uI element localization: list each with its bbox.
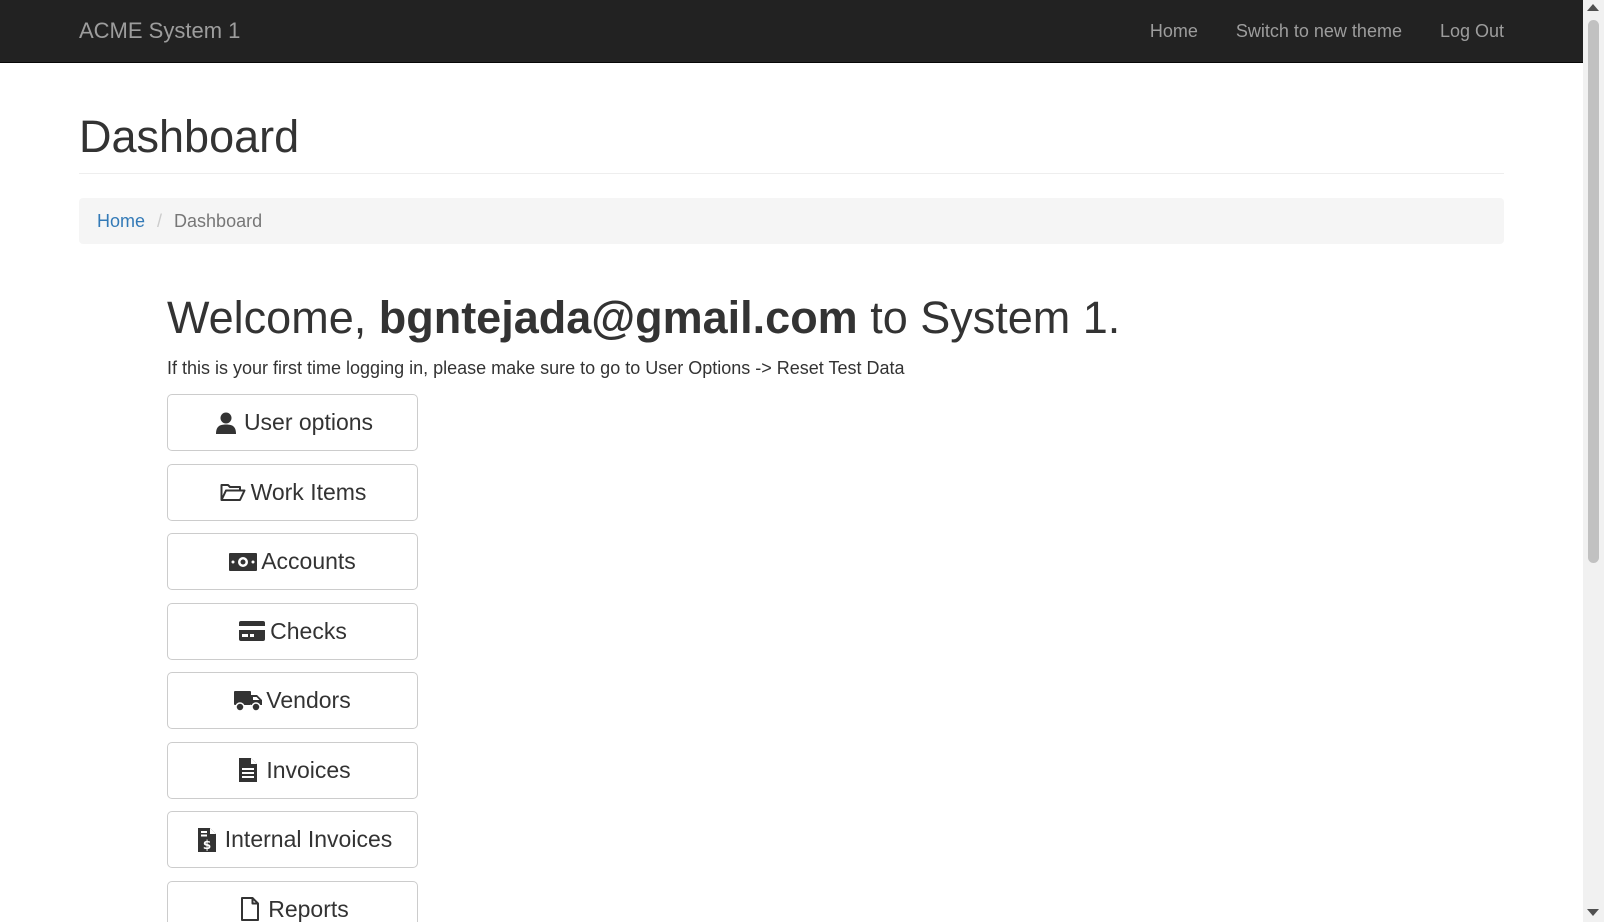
nav-link-switch-theme[interactable]: Switch to new theme <box>1236 19 1402 43</box>
vertical-scrollbar[interactable] <box>1583 0 1604 922</box>
page: ACME System 1 Home Switch to new theme L… <box>0 0 1604 922</box>
file-icon <box>236 896 264 922</box>
user-options-label: User options <box>243 409 374 435</box>
svg-text:$: $ <box>203 838 211 852</box>
invoices-label: Invoices <box>266 756 351 783</box>
breadcrumb-home[interactable]: Home <box>97 211 145 232</box>
truck-icon <box>234 688 263 714</box>
scroll-up-arrow-icon[interactable] <box>1587 4 1599 11</box>
breadcrumb-separator: / <box>157 210 163 231</box>
user-icon <box>212 410 240 436</box>
first-login-info: If this is your first time logging in, p… <box>167 358 905 378</box>
welcome-prefix: Welcome, <box>167 292 379 343</box>
reports-button[interactable]: Reports <box>167 880 418 922</box>
page-title: Dashboard <box>79 111 300 162</box>
folder-open-icon <box>219 479 247 505</box>
checks-button[interactable]: Checks <box>167 602 418 660</box>
checks-label: Checks <box>270 617 347 644</box>
scrollbar-thumb[interactable] <box>1588 20 1599 563</box>
work-items-label: Work Items <box>250 478 367 505</box>
breadcrumb-current: Dashboard <box>174 210 263 231</box>
dashboard-menu: User options Work Items Accounts Checks <box>167 394 418 922</box>
vendors-button[interactable]: Vendors <box>167 672 418 729</box>
user-options-button[interactable]: User options <box>167 394 418 451</box>
welcome-heading: Welcome, bgntejada@gmail.com to System 1… <box>167 290 1120 346</box>
file-dollar-icon: $ <box>193 827 221 853</box>
navbar-brand[interactable]: ACME System 1 <box>79 17 240 45</box>
page-header: Dashboard <box>79 110 1504 174</box>
file-text-icon <box>234 757 262 783</box>
welcome-email: bgntejada@gmail.com <box>378 292 858 343</box>
navbar: ACME System 1 Home Switch to new theme L… <box>0 0 1583 63</box>
breadcrumb: Home / Dashboard <box>79 198 1504 244</box>
credit-card-icon <box>238 618 266 644</box>
internal-invoices-label: Internal Invoices <box>224 826 393 852</box>
work-items-button[interactable]: Work Items <box>167 463 418 521</box>
scroll-down-arrow-icon[interactable] <box>1587 909 1599 916</box>
accounts-button[interactable]: Accounts <box>167 533 418 590</box>
vendors-label: Vendors <box>266 687 351 713</box>
nav-link-home[interactable]: Home <box>1150 19 1198 43</box>
accounts-label: Accounts <box>261 548 356 574</box>
invoices-button[interactable]: Invoices <box>167 741 418 799</box>
welcome-suffix: to System 1. <box>857 292 1121 343</box>
reports-label: Reports <box>268 895 349 922</box>
navbar-links: Home Switch to new theme Log Out <box>1112 19 1504 43</box>
money-icon <box>229 549 258 575</box>
nav-link-logout[interactable]: Log Out <box>1440 19 1504 43</box>
internal-invoices-button[interactable]: $ Internal Invoices <box>167 811 418 868</box>
